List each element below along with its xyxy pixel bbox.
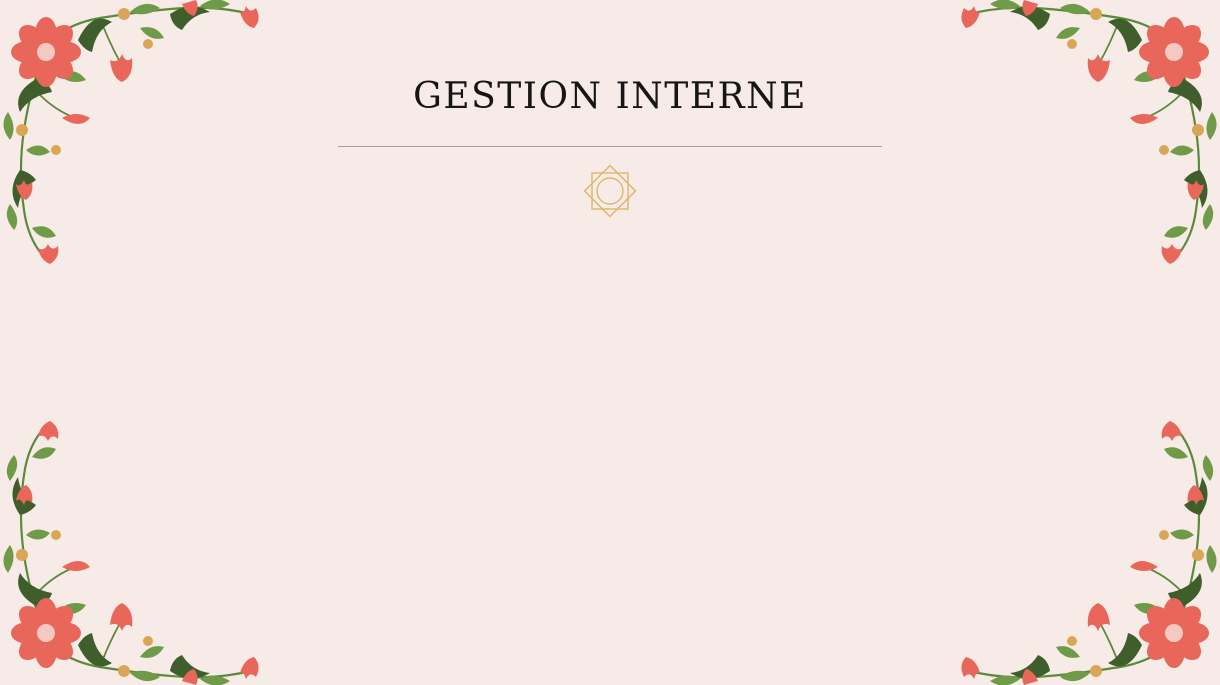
floral-corner-icon: [961, 0, 1217, 264]
floral-corner-top-right: [950, 0, 1220, 270]
floral-corner-icon: [3, 421, 259, 685]
floral-corner-bottom-right: [950, 415, 1220, 685]
eight-point-star-icon: [583, 164, 637, 218]
page-title: GESTION INTERNE: [413, 76, 807, 117]
floral-corner-top-left: [0, 0, 270, 270]
title-divider: [338, 146, 882, 147]
floral-corner-icon: [961, 421, 1217, 685]
floral-corner-icon: [3, 0, 259, 264]
star-ornament: [578, 159, 642, 223]
slide: GESTION INTERNE: [0, 0, 1220, 685]
floral-corner-bottom-left: [0, 415, 270, 685]
